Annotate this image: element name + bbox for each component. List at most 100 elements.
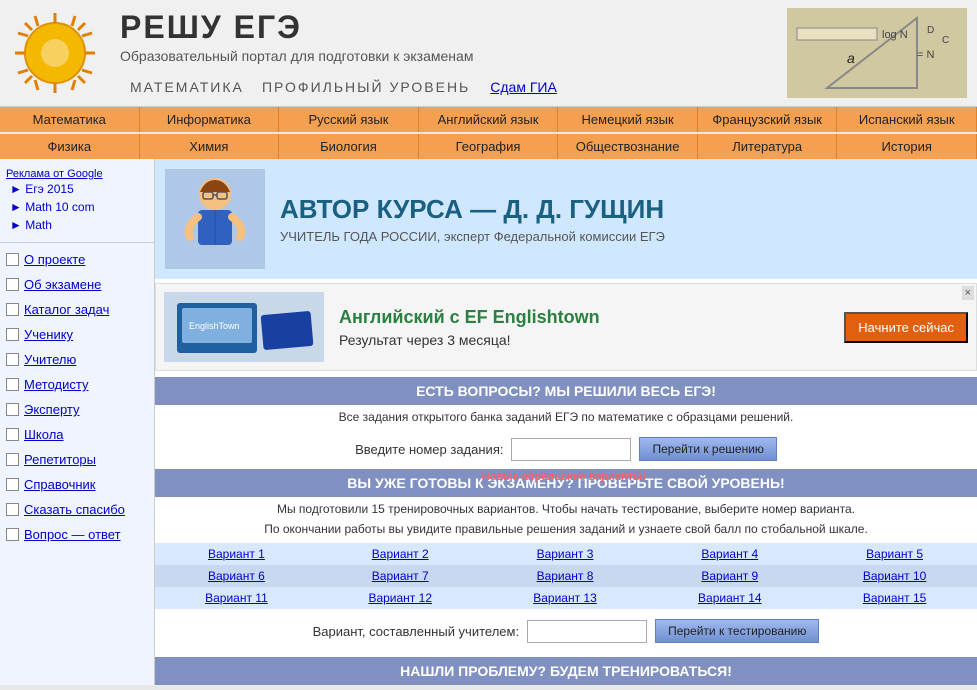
ad-button[interactable]: Начните сейчас xyxy=(844,312,968,343)
sidebar-ad-ege[interactable]: Егэ 2015 xyxy=(6,180,148,198)
variant-3[interactable]: Вариант 3 xyxy=(483,543,648,565)
section1-desc: Все задания открытого банка заданий ЕГЭ … xyxy=(155,405,977,429)
variant-13[interactable]: Вариант 13 xyxy=(483,587,648,609)
variant-5[interactable]: Вариант 5 xyxy=(812,543,977,565)
ad-image: EnglishTown xyxy=(164,292,324,362)
sidebar-link-reference[interactable]: Справочник xyxy=(0,472,154,497)
variant-row-2: Вариант 6 Вариант 7 Вариант 8 Вариант 9 … xyxy=(155,565,977,587)
checkbox-about-exam[interactable] xyxy=(6,278,19,291)
variant-7[interactable]: Вариант 7 xyxy=(318,565,483,587)
sidebar-link-methodist[interactable]: Методисту xyxy=(0,372,154,397)
checkbox-methodist[interactable] xyxy=(6,378,19,391)
checkbox-teacher[interactable] xyxy=(6,353,19,366)
variant-1[interactable]: Вариант 1 xyxy=(155,543,318,565)
header: РЕШУ ЕГЭ Образовательный портал для подг… xyxy=(0,0,977,107)
sidebar-link-thanks[interactable]: Сказать спасибо xyxy=(0,497,154,522)
svg-text:D: D xyxy=(927,25,934,36)
ad-text: Английский с EF Englishtown Результат че… xyxy=(339,307,834,348)
nav-physics[interactable]: Физика xyxy=(0,134,140,159)
ad-banner: EnglishTown Английский с EF Englishtown … xyxy=(155,283,977,371)
variant-row-3: Вариант 11 Вариант 12 Вариант 13 Вариант… xyxy=(155,587,977,609)
variants-table: Вариант 1 Вариант 2 Вариант 3 Вариант 4 … xyxy=(155,543,977,609)
author-desc: УЧИТЕЛЬ ГОДА РОССИИ, эксперт Федеральной… xyxy=(280,229,967,244)
ad-title: Английский с EF Englishtown xyxy=(339,307,834,328)
variant-11[interactable]: Вариант 11 xyxy=(155,587,318,609)
nav-history[interactable]: История xyxy=(837,134,977,159)
task-input-row: Введите номер задания: Перейти к решению xyxy=(155,429,977,469)
teacher-variant-input[interactable] xyxy=(527,620,647,643)
nav-row2: Физика Химия Биология География Общество… xyxy=(0,134,977,159)
checkbox-tutors[interactable] xyxy=(6,453,19,466)
variant-row-1: Вариант 1 Вариант 2 Вариант 3 Вариант 4 … xyxy=(155,543,977,565)
checkbox-about-project[interactable] xyxy=(6,253,19,266)
nav-literature[interactable]: Литература xyxy=(698,134,838,159)
checkbox-reference[interactable] xyxy=(6,478,19,491)
sidebar-divider xyxy=(0,242,154,243)
checkbox-catalog[interactable] xyxy=(6,303,19,316)
sidebar-link-tutors[interactable]: Репетиторы xyxy=(0,447,154,472)
nav-english[interactable]: Английский язык xyxy=(419,107,559,132)
variant-12[interactable]: Вариант 12 xyxy=(318,587,483,609)
teacher-variant-label: Вариант, составленный учителем: xyxy=(313,624,519,639)
nav-geography[interactable]: География xyxy=(419,134,559,159)
go-to-solution-button[interactable]: Перейти к решению xyxy=(639,437,776,461)
variant-15[interactable]: Вариант 15 xyxy=(812,587,977,609)
svg-text:C: C xyxy=(942,35,949,46)
section1-header: ЕСТЬ ВОПРОСЫ? МЫ РЕШИЛИ ВЕСЬ ЕГЭ! xyxy=(155,377,977,405)
sidebar-link-qa[interactable]: Вопрос — ответ xyxy=(0,522,154,547)
sidebar-link-student[interactable]: Ученику xyxy=(0,322,154,347)
gia-link[interactable]: Сдам ГИА xyxy=(490,79,557,95)
variant-6[interactable]: Вариант 6 xyxy=(155,565,318,587)
checkbox-qa[interactable] xyxy=(6,528,19,541)
svg-text:EnglishTown: EnglishTown xyxy=(189,321,240,331)
variant-9[interactable]: Вариант 9 xyxy=(647,565,812,587)
ads-label[interactable]: Реклама от Google xyxy=(6,168,148,180)
author-text: АВТОР КУРСА — Д. Д. ГУЩИН УЧИТЕЛЬ ГОДА Р… xyxy=(280,194,967,244)
header-text: РЕШУ ЕГЭ Образовательный портал для подг… xyxy=(120,9,787,98)
sidebar-link-school[interactable]: Школа xyxy=(0,422,154,447)
content-area: АВТОР КУРСА — Д. Д. ГУЩИН УЧИТЕЛЬ ГОДА Р… xyxy=(155,159,977,685)
checkbox-thanks[interactable] xyxy=(6,503,19,516)
sidebar-ad-math[interactable]: Math xyxy=(6,216,148,234)
variant-2[interactable]: Вариант 2 xyxy=(318,543,483,565)
site-logo xyxy=(10,8,100,98)
nav-german[interactable]: Немецкий язык xyxy=(558,107,698,132)
sidebar-link-about-exam[interactable]: Об экзамене xyxy=(0,272,154,297)
sidebar-link-catalog[interactable]: Каталог задач xyxy=(0,297,154,322)
checkbox-expert[interactable] xyxy=(6,403,19,416)
variant-4[interactable]: Вариант 4 xyxy=(647,543,812,565)
nav-spanish[interactable]: Испанский язык xyxy=(837,107,977,132)
svg-text:= N: = N xyxy=(917,49,934,61)
header-decoration: log N = N a D C xyxy=(787,8,967,98)
author-name: АВТОР КУРСА — Д. Д. ГУЩИН xyxy=(280,194,967,225)
nav-informatics[interactable]: Информатика xyxy=(140,107,280,132)
teacher-variant-row: Вариант, составленный учителем: Перейти … xyxy=(155,611,977,651)
sidebar-ad-math10[interactable]: Math 10 com xyxy=(6,198,148,216)
nav-biology[interactable]: Биология xyxy=(279,134,419,159)
subject-title: МАТЕМАТИКА ПРОФИЛЬНЫЙ УРОВЕНЬ xyxy=(120,72,470,98)
new-variants-label: Новые апрельские варианты! xyxy=(482,471,646,483)
sidebar-link-teacher[interactable]: Учителю xyxy=(0,347,154,372)
variant-10[interactable]: Вариант 10 xyxy=(812,565,977,587)
task-number-input[interactable] xyxy=(511,438,631,461)
variant-8[interactable]: Вариант 8 xyxy=(483,565,648,587)
author-banner: АВТОР КУРСА — Д. Д. ГУЩИН УЧИТЕЛЬ ГОДА Р… xyxy=(155,159,977,279)
section2-header: ВЫ УЖЕ ГОТОВЫ К ЭКЗАМЕНУ? ПРОВЕРЬТЕ СВОЙ… xyxy=(155,469,977,497)
go-to-testing-button[interactable]: Перейти к тестированию xyxy=(655,619,819,643)
task-input-label: Введите номер задания: xyxy=(355,442,503,457)
author-image xyxy=(165,169,265,269)
variant-14[interactable]: Вариант 14 xyxy=(647,587,812,609)
nav-mathematics[interactable]: Математика xyxy=(0,107,140,132)
main-layout: Реклама от Google Егэ 2015 Math 10 com M… xyxy=(0,159,977,685)
checkbox-student[interactable] xyxy=(6,328,19,341)
ad-subtitle: Результат через 3 месяца! xyxy=(339,332,834,348)
sidebar-link-about-project[interactable]: О проекте xyxy=(0,247,154,272)
nav-russian[interactable]: Русский язык xyxy=(279,107,419,132)
sidebar-link-expert[interactable]: Эксперту xyxy=(0,397,154,422)
nav-french[interactable]: Французский язык xyxy=(698,107,838,132)
nav-chemistry[interactable]: Химия xyxy=(140,134,280,159)
ad-close-button[interactable]: × xyxy=(962,286,974,300)
nav-social[interactable]: Обществознание xyxy=(558,134,698,159)
section3-header: НАШЛИ ПРОБЛЕМУ? БУДЕМ ТРЕНИРОВАТЬСЯ! xyxy=(155,657,977,685)
checkbox-school[interactable] xyxy=(6,428,19,441)
